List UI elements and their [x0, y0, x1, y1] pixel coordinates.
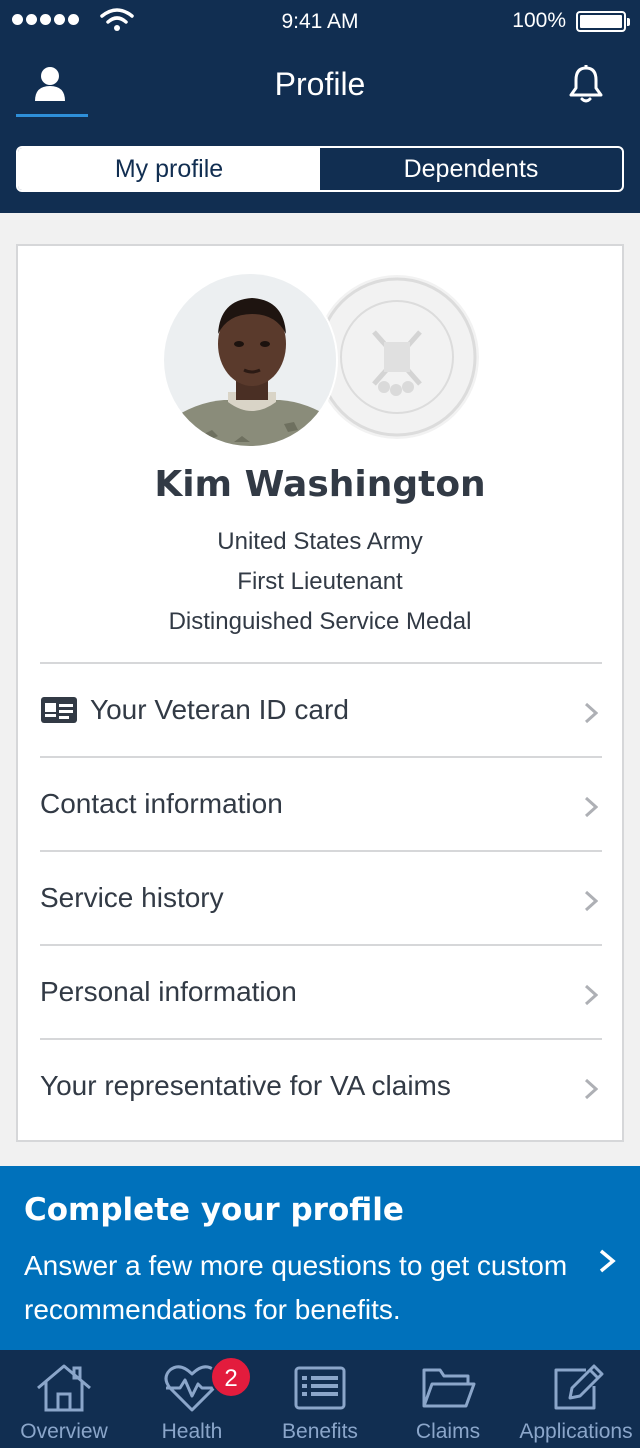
segment-my-profile[interactable]: My profile [18, 148, 320, 190]
tab-label: Claims [415, 1420, 481, 1443]
menu-item-veteran-id[interactable]: Your Veteran ID card [40, 662, 602, 756]
menu-item-personal-information[interactable]: Personal information [40, 944, 602, 1038]
tab-claims[interactable]: Claims [384, 1350, 512, 1448]
chevron-right-icon [584, 890, 598, 912]
edit-icon [554, 1364, 604, 1410]
battery-percent: 100% [512, 9, 566, 32]
menu-item-service-history[interactable]: Service history [40, 850, 602, 944]
tab-label: Health [161, 1420, 223, 1443]
menu-item-representative[interactable]: Your representative for VA claims [40, 1038, 602, 1132]
banner-title: Complete your profile [24, 1192, 404, 1228]
menu-item-label: Your representative for VA claims [40, 1070, 451, 1101]
bell-icon[interactable] [568, 64, 604, 104]
profile-card: Kim Washington United States Army First … [16, 244, 624, 1142]
header: 9:41 AM 100% Profile My profile Dependen… [0, 0, 640, 213]
menu-item-contact-information[interactable]: Contact information [40, 756, 602, 850]
status-bar: 9:41 AM 100% [0, 0, 640, 44]
home-icon [37, 1364, 91, 1412]
tab-overview[interactable]: Overview [0, 1350, 128, 1448]
army-seal-icon [315, 275, 479, 439]
profile-name: Kim Washington [154, 464, 486, 505]
folder-icon [422, 1368, 476, 1408]
tab-label: Benefits [282, 1420, 358, 1443]
profile-menu: Your Veteran ID card Contact information… [40, 662, 602, 1132]
tab-bar: Overview Health Benefits Claims Applicat… [0, 1350, 640, 1448]
list-icon [294, 1366, 346, 1410]
chevron-right-icon [584, 984, 598, 1006]
tab-benefits[interactable]: Benefits [256, 1350, 384, 1448]
segment-dependents[interactable]: Dependents [320, 148, 622, 190]
tab-applications[interactable]: Applications [512, 1350, 640, 1448]
profile-branch: United States Army [217, 528, 423, 555]
profile-segment-control: My profile Dependents [16, 146, 624, 192]
avatar-group [162, 270, 482, 450]
chevron-right-icon [584, 702, 598, 724]
chevron-right-icon [599, 1249, 616, 1273]
banner-text: Answer a few more questions to get custo… [24, 1250, 568, 1325]
profile-tab-indicator [16, 114, 88, 117]
profile-rank: First Lieutenant [237, 568, 403, 595]
avatar [162, 272, 338, 448]
menu-item-label: Contact information [40, 788, 283, 819]
menu-item-label: Service history [40, 882, 224, 913]
battery-icon [576, 11, 630, 32]
health-notification-badge: 2 [210, 1356, 252, 1398]
menu-item-label: Personal information [40, 976, 297, 1007]
menu-item-label: Your Veteran ID card [90, 694, 349, 725]
profile-award: Distinguished Service Medal [168, 608, 472, 635]
page-title: Profile [274, 66, 366, 102]
complete-profile-banner[interactable]: Complete your profile Answer a few more … [0, 1166, 640, 1350]
chevron-right-icon [584, 1078, 598, 1100]
tab-label: Overview [20, 1420, 108, 1443]
id-card-icon [41, 697, 77, 723]
tab-label: Applications [519, 1420, 633, 1443]
chevron-right-icon [584, 796, 598, 818]
